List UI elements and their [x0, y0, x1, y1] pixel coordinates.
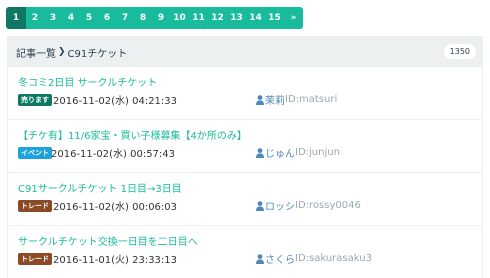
- user-icon: [256, 147, 264, 158]
- post-title-link[interactable]: 冬コミ2日目 サークルチケット: [18, 74, 157, 89]
- post-title-link[interactable]: C91サークルチケット 1日目→3日目: [18, 180, 182, 195]
- post-title-link[interactable]: 【チケ有】11/6家宝・買い子様募集【4か所のみ】: [18, 127, 247, 142]
- page-8-button[interactable]: 8: [134, 7, 152, 29]
- page-10-button[interactable]: 10: [170, 7, 189, 29]
- page-3-button[interactable]: 3: [44, 7, 62, 29]
- page-12-button[interactable]: 12: [208, 7, 227, 29]
- page-9-button[interactable]: 9: [152, 7, 170, 29]
- category-badge: 売ります: [18, 94, 52, 106]
- post-list-panel: 記事一覧 ❯ C91チケット 1350 冬コミ2日目 サークルチケット 売ります…: [7, 36, 483, 278]
- page-7-button[interactable]: 7: [116, 7, 134, 29]
- user-id: ID:rossy0046: [295, 200, 361, 211]
- page-1-button[interactable]: 1: [6, 7, 26, 29]
- user-icon: [256, 253, 264, 264]
- page-14-button[interactable]: 14: [246, 7, 265, 29]
- user-name: 茉莉: [265, 96, 285, 107]
- next-page-button[interactable]: »: [284, 7, 303, 29]
- post-date: 2016-11-02(水) 00:06:03: [53, 202, 178, 213]
- user-icon: [256, 94, 264, 105]
- category-badge: イベント: [18, 147, 52, 159]
- user-name: じゅん: [265, 149, 295, 160]
- page-15-button[interactable]: 15: [265, 7, 284, 29]
- user-link[interactable]: さくら ID:sakurasaku3: [256, 251, 372, 266]
- user-icon: [256, 200, 264, 211]
- page-6-button[interactable]: 6: [98, 7, 116, 29]
- user-name: さくら: [265, 255, 295, 266]
- breadcrumb-current: C91チケット: [67, 48, 128, 60]
- page-13-button[interactable]: 13: [227, 7, 246, 29]
- page-11-button[interactable]: 11: [189, 7, 208, 29]
- category-badge: トレード: [18, 200, 52, 212]
- breadcrumb: 記事一覧 ❯ C91チケット 1350: [8, 37, 482, 67]
- category-badge: トレード: [18, 253, 52, 265]
- user-id: ID:junjun: [295, 147, 340, 158]
- page-2-button[interactable]: 2: [26, 7, 44, 29]
- post-date: 2016-11-01(火) 23:33:13: [53, 255, 178, 266]
- post-date: 2016-11-02(水) 00:57:43: [51, 149, 176, 160]
- user-link[interactable]: 茉莉 ID:matsuri: [256, 92, 337, 107]
- pagination: 1 2 3 4 5 6 7 8 9 10 11 12 13 14 15 »: [6, 7, 303, 29]
- post-title-link[interactable]: サークルチケット交換一日目を二日目へ: [18, 233, 198, 248]
- page-4-button[interactable]: 4: [62, 7, 80, 29]
- list-item: 【チケ有】11/6家宝・買い子様募集【4か所のみ】 イベント 2016-11-0…: [8, 120, 482, 173]
- chevron-right-icon: ❯: [58, 47, 66, 57]
- list-item: C91サークルチケット 1日目→3日目 トレード 2016-11-02(水) 0…: [8, 173, 482, 226]
- user-name: ロッシ: [265, 202, 295, 213]
- list-item: 冬コミ2日目 サークルチケット 売ります 2016-11-02(水) 04:21…: [8, 67, 482, 120]
- user-id: ID:sakurasaku3: [295, 253, 372, 264]
- post-date: 2016-11-02(水) 04:21:33: [53, 96, 178, 107]
- post-count-badge: 1350: [443, 44, 476, 59]
- breadcrumb-root[interactable]: 記事一覧: [16, 45, 56, 60]
- user-link[interactable]: ロッシ ID:rossy0046: [256, 198, 361, 213]
- list-item: サークルチケット交換一日目を二日目へ トレード 2016-11-01(火) 23…: [8, 226, 482, 278]
- user-id: ID:matsuri: [285, 94, 338, 105]
- page-5-button[interactable]: 5: [80, 7, 98, 29]
- user-link[interactable]: じゅん ID:junjun: [256, 145, 340, 160]
